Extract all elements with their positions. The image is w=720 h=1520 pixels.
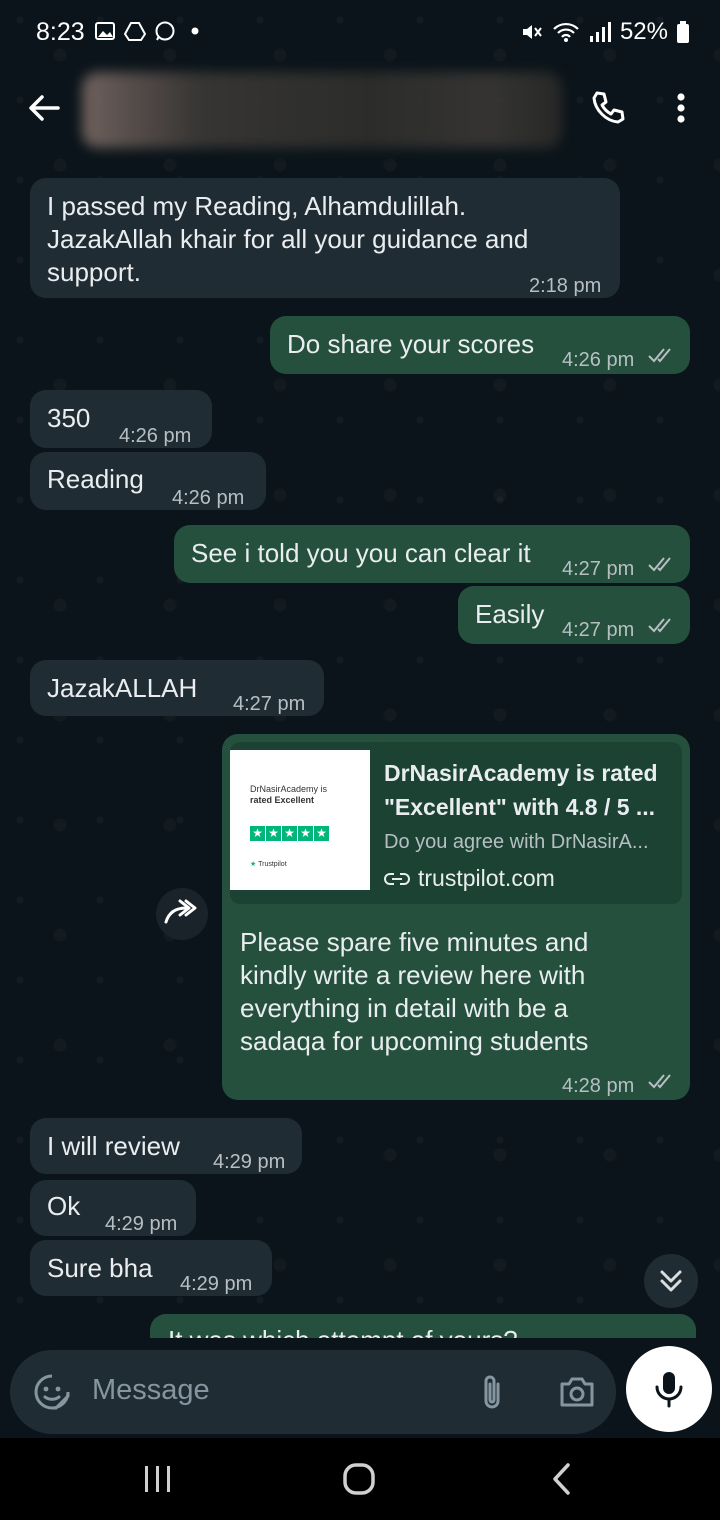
scroll-to-bottom-button[interactable] bbox=[644, 1254, 698, 1308]
link-domain-text: trustpilot.com bbox=[418, 865, 555, 891]
attach-icon[interactable] bbox=[478, 1372, 506, 1412]
message-time: 4:29 pm bbox=[213, 1151, 286, 1173]
read-ticks-icon bbox=[648, 557, 671, 572]
system-navigation-bar bbox=[0, 1438, 720, 1520]
more-options-icon[interactable] bbox=[666, 88, 696, 128]
message-input[interactable]: Message bbox=[92, 1374, 210, 1407]
message-incoming[interactable]: I passed my Reading, Alhamdulillah. Jaza… bbox=[30, 178, 620, 298]
message-time: 4:28 pm bbox=[562, 1075, 635, 1097]
home-icon[interactable] bbox=[342, 1462, 376, 1496]
whatsapp-icon bbox=[155, 21, 175, 41]
message-text: Easily bbox=[475, 599, 545, 629]
link-description: Do you agree with DrNasirA... bbox=[384, 831, 649, 853]
read-ticks-icon bbox=[648, 618, 671, 633]
message-text: I passed my Reading, Alhamdulillah. Jaza… bbox=[47, 190, 528, 289]
drive-icon bbox=[124, 22, 146, 41]
star-icon: ★ bbox=[266, 826, 281, 841]
message-time: 4:27 pm bbox=[233, 693, 306, 715]
message-text: Please spare five minutes and kindly wri… bbox=[240, 926, 588, 1058]
message-incoming[interactable]: 350 4:26 pm bbox=[30, 390, 212, 448]
message-time: 4:29 pm bbox=[105, 1213, 178, 1235]
rating-stars: ★ ★ ★ ★ ★ bbox=[250, 826, 329, 841]
thumb-brand-line: rated Excellent bbox=[250, 795, 315, 805]
battery-icon bbox=[677, 21, 689, 43]
double-chevron-down-icon bbox=[660, 1270, 682, 1292]
message-incoming[interactable]: Reading 4:26 pm bbox=[30, 452, 266, 510]
message-time: 4:26 pm bbox=[172, 487, 245, 509]
microphone-icon bbox=[655, 1372, 683, 1408]
status-bar: 8:23 52% bbox=[0, 0, 720, 68]
link-icon bbox=[384, 872, 410, 885]
back-arrow-icon[interactable] bbox=[24, 88, 64, 128]
message-incoming[interactable]: Ok 4:29 pm bbox=[30, 1180, 196, 1236]
link-title: DrNasirAcademy is rated "Excellent" with… bbox=[384, 756, 674, 824]
battery-percent: 52% bbox=[619, 18, 668, 45]
message-time: 4:27 pm bbox=[562, 619, 635, 641]
message-line: sadaqa for upcoming students bbox=[240, 1026, 589, 1056]
message-text: Reading bbox=[47, 464, 144, 494]
message-input-container[interactable]: Message bbox=[10, 1350, 616, 1434]
star-icon: ★ bbox=[314, 826, 329, 841]
message-text: Ok bbox=[47, 1191, 81, 1221]
message-time: 4:26 pm bbox=[119, 425, 192, 447]
link-domain: trustpilot.com bbox=[384, 862, 555, 895]
wifi-icon bbox=[553, 22, 579, 42]
camera-icon[interactable] bbox=[558, 1374, 596, 1410]
signal-icon bbox=[589, 22, 611, 42]
contact-info-blurred[interactable] bbox=[82, 72, 562, 148]
voice-message-button[interactable] bbox=[626, 1346, 712, 1432]
message-line: JazakAllah khair for all your guidance a… bbox=[47, 224, 529, 254]
mute-icon bbox=[522, 25, 542, 39]
message-text: See i told you you can clear it bbox=[191, 538, 531, 568]
message-time: 4:26 pm bbox=[562, 349, 635, 371]
message-line: support. bbox=[47, 257, 141, 287]
star-icon: ★ bbox=[250, 826, 265, 841]
read-ticks-icon bbox=[648, 348, 671, 363]
chat-header bbox=[0, 68, 720, 154]
message-line: everything in detail with be a bbox=[240, 993, 569, 1023]
link-title-line: "Excellent" with 4.8 / 5 ... bbox=[384, 794, 656, 820]
link-thumbnail: DrNasirAcademy is rated Excellent ★ ★ ★ … bbox=[230, 750, 370, 890]
message-incoming[interactable]: JazakALLAH 4:27 pm bbox=[30, 660, 324, 716]
trustpilot-logo: ★ Trustpilot bbox=[250, 861, 287, 868]
message-text: 350 bbox=[47, 403, 91, 433]
thumb-logo-text: Trustpilot bbox=[258, 861, 287, 868]
system-icons: 52% bbox=[520, 18, 690, 46]
message-time: 4:27 pm bbox=[562, 558, 635, 580]
back-nav-icon[interactable] bbox=[550, 1462, 572, 1496]
forward-icon bbox=[164, 899, 197, 924]
message-time: 2:18 pm bbox=[529, 275, 602, 297]
message-text: I will review bbox=[47, 1131, 180, 1161]
message-text: JazakALLAH bbox=[47, 673, 198, 703]
message-line: I passed my Reading, Alhamdulillah. bbox=[47, 191, 467, 221]
link-title-line: DrNasirAcademy is rated bbox=[384, 760, 658, 786]
status-time: 8:23 bbox=[36, 18, 85, 46]
thumb-brand-line: DrNasirAcademy is bbox=[250, 784, 328, 794]
message-time: 4:29 pm bbox=[180, 1273, 253, 1295]
link-preview-card[interactable]: DrNasirAcademy is rated Excellent ★ ★ ★ … bbox=[230, 742, 682, 904]
sticker-emoji-icon[interactable] bbox=[32, 1372, 72, 1412]
message-line: kindly write a review here with bbox=[240, 960, 586, 990]
message-outgoing[interactable]: Do share your scores 4:26 pm bbox=[270, 316, 690, 374]
voice-call-icon[interactable] bbox=[588, 88, 628, 128]
message-text: Do share your scores bbox=[287, 329, 535, 359]
star-icon: ★ bbox=[298, 826, 313, 841]
gallery-icon bbox=[95, 22, 115, 40]
message-line: Please spare five minutes and bbox=[240, 927, 589, 957]
message-incoming[interactable]: Sure bha 4:29 pm bbox=[30, 1240, 272, 1296]
recent-apps-icon[interactable] bbox=[142, 1464, 174, 1494]
thumb-brand: DrNasirAcademy is rated Excellent bbox=[250, 784, 350, 806]
compose-bar: Message bbox=[0, 1338, 720, 1438]
forward-button[interactable] bbox=[156, 888, 208, 940]
message-incoming[interactable]: I will review 4:29 pm bbox=[30, 1118, 302, 1174]
message-outgoing[interactable]: Easily 4:27 pm bbox=[458, 586, 690, 644]
message-outgoing-link[interactable]: DrNasirAcademy is rated Excellent ★ ★ ★ … bbox=[222, 734, 690, 1100]
message-text: Sure bha bbox=[47, 1253, 153, 1283]
notification-icons bbox=[94, 20, 206, 42]
message-outgoing[interactable]: See i told you you can clear it 4:27 pm bbox=[174, 525, 690, 583]
dot-icon bbox=[191, 27, 199, 35]
star-icon: ★ bbox=[282, 826, 297, 841]
read-ticks-icon bbox=[648, 1074, 671, 1089]
